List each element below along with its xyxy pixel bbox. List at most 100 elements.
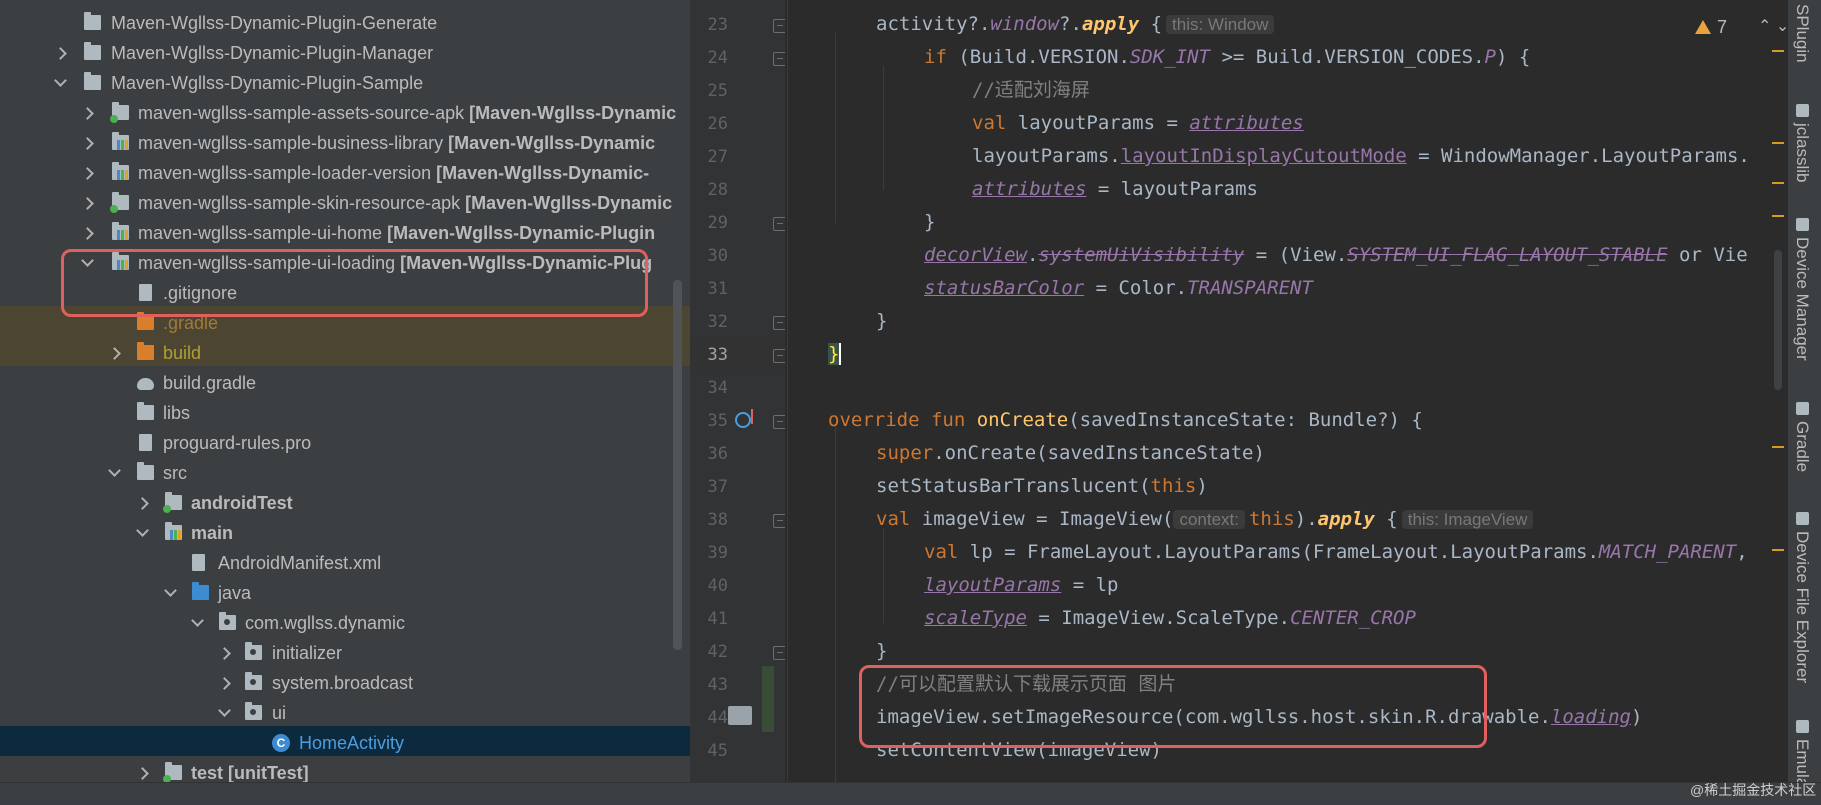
line-number: 43 [707, 675, 728, 695]
tree-item-label: maven-wgllss-sample-business-library [138, 133, 449, 153]
line-number: 35 [707, 411, 728, 431]
tree-item-label: Maven-Wgllss-Dynamic-Plugin-Sample [111, 73, 424, 93]
tree-item-main[interactable]: main [0, 518, 690, 548]
chevron-down-icon[interactable] [135, 518, 151, 548]
code-line-23: activity?.window?.apply {this: Window [876, 8, 1278, 41]
tree-item-label: system.broadcast [272, 673, 414, 693]
tree-item-android-test[interactable]: androidTest [0, 488, 690, 518]
tool-tab-gradle[interactable]: Gradle [1792, 402, 1812, 472]
tree-item-module-loader[interactable]: maven-wgllss-sample-loader-version [Mave… [0, 158, 690, 188]
tree-item-plugin-sample[interactable]: Maven-Wgllss-Dynamic-Plugin-Sample [0, 68, 690, 98]
line-number: 40 [707, 576, 728, 596]
tree-item-label: initializer [272, 643, 343, 663]
device-manager-icon [1795, 218, 1809, 231]
chevron-right-icon[interactable] [53, 38, 69, 68]
bottom-status-bar [0, 782, 1821, 805]
chevron-right-icon[interactable] [80, 98, 96, 128]
navigate-problems-arrows[interactable]: ⌃ ⌄ [1758, 14, 1789, 40]
chevron-down-icon[interactable] [217, 698, 233, 728]
line-number: 39 [707, 543, 728, 563]
tree-item-plugin-generate[interactable]: Maven-Wgllss-Dynamic-Plugin-Generate [0, 8, 690, 38]
tree-item-proguard[interactable]: proguard-rules.pro [0, 428, 690, 458]
chevron-right-icon[interactable] [80, 128, 96, 158]
test-folder-icon [163, 762, 182, 783]
chevron-right-icon[interactable] [107, 338, 123, 368]
tool-tab-emulator[interactable]: Emula [1792, 720, 1812, 787]
watermark-text: @稀土掘金技术社区 [1690, 782, 1817, 798]
tree-item-plugin-manager[interactable]: Maven-Wgllss-Dynamic-Plugin-Manager [0, 38, 690, 68]
tree-item-libs[interactable]: libs [0, 398, 690, 428]
chevron-down-icon[interactable] [163, 578, 179, 608]
annotation-box-tree [61, 249, 648, 317]
tree-item-label: androidTest [191, 493, 293, 513]
tree-scrollbar[interactable] [673, 280, 682, 650]
library-module-icon [112, 222, 129, 240]
code-line-27: layoutParams.layoutInDisplayCutoutMode =… [972, 145, 1750, 167]
chevron-right-icon[interactable] [135, 488, 151, 518]
code-line-32: } [876, 310, 888, 332]
error-stripe-mark[interactable] [1772, 215, 1784, 217]
tree-item-src[interactable]: src [0, 458, 690, 488]
code-line-42: } [876, 640, 888, 662]
chevron-down-icon[interactable] [107, 458, 123, 488]
chevron-right-icon[interactable] [217, 668, 233, 698]
tree-item-home-activity[interactable]: HomeActivity [0, 728, 690, 758]
tool-tab-device-file-explorer[interactable]: Device File Explorer [1792, 512, 1812, 683]
file-icon [139, 434, 152, 451]
tree-item-build-gradle[interactable]: build.gradle [0, 368, 690, 398]
library-module-icon [112, 162, 129, 180]
chevron-down-icon[interactable] [53, 68, 69, 98]
override-method-icon[interactable] [735, 412, 751, 428]
inlay-hint: this: ImageView [1401, 510, 1534, 529]
tree-item-label: main [191, 523, 234, 543]
folder-icon [137, 342, 154, 360]
warnings-indicator[interactable]: 7 [1695, 14, 1727, 40]
chevron-right-icon[interactable] [80, 218, 96, 248]
manifest-file-icon [192, 554, 205, 571]
error-stripe-mark[interactable] [1772, 50, 1784, 52]
code-line-30: decorView.systemUiVisibility = (View.SYS… [924, 244, 1748, 266]
tree-item-build[interactable]: build [0, 338, 690, 368]
tool-tab-plugin[interactable]: SPlugin [1792, 4, 1812, 63]
tree-item-package-ui[interactable]: ui [0, 698, 690, 728]
inlay-hint: this: Window [1166, 15, 1275, 34]
warning-icon [1695, 20, 1711, 34]
code-line-31: statusBarColor = Color.TRANSPARENT [924, 277, 1313, 299]
tree-item-module: [Maven-Wgllss-Dynamic-Plugin [387, 223, 656, 243]
tree-item-label: test [191, 763, 229, 783]
tree-item-package-dynamic[interactable]: com.wgllss.dynamic [0, 608, 690, 638]
tree-item-module-ui-home[interactable]: maven-wgllss-sample-ui-home [Maven-Wglls… [0, 218, 690, 248]
chevron-right-icon[interactable] [80, 188, 96, 218]
line-number: 45 [707, 741, 728, 761]
chevron-down-icon[interactable] [190, 608, 206, 638]
tree-item-module-skin[interactable]: maven-wgllss-sample-skin-resource-apk [M… [0, 188, 690, 218]
tree-item-package-broadcast[interactable]: system.broadcast [0, 668, 690, 698]
line-number: 42 [707, 642, 728, 662]
error-stripe-mark[interactable] [1772, 182, 1784, 184]
tool-tab-device-manager[interactable]: Device Manager [1792, 218, 1812, 361]
tree-item-module-assets[interactable]: maven-wgllss-sample-assets-source-apk [M… [0, 98, 690, 128]
error-stripe-mark[interactable] [1772, 549, 1784, 551]
tree-item-module: [Maven-Wgllss-Dynamic [465, 193, 673, 213]
tree-item-package-initializer[interactable]: initializer [0, 638, 690, 668]
chevron-right-icon[interactable] [80, 158, 96, 188]
tree-item-module: [Maven-Wgllss-Dynamic [448, 133, 656, 153]
error-stripe-mark[interactable] [1772, 446, 1784, 448]
tree-item-label: build [163, 343, 202, 363]
line-number: 31 [707, 279, 728, 299]
tool-tab-jclasslib[interactable]: jclasslib [1792, 104, 1812, 183]
tree-item-label: maven-wgllss-sample-assets-source-apk [138, 103, 470, 123]
tree-item-label: proguard-rules.pro [163, 433, 312, 453]
chevron-right-icon[interactable] [217, 638, 233, 668]
error-stripe-mark[interactable] [1772, 142, 1784, 144]
code-line-24: if (Build.VERSION.SDK_INT >= Build.VERSI… [924, 46, 1531, 68]
tree-item-manifest[interactable]: AndroidManifest.xml [0, 548, 690, 578]
tree-item-label: Maven-Wgllss-Dynamic-Plugin-Manager [111, 43, 434, 63]
line-number: 27 [707, 147, 728, 167]
tree-item-java[interactable]: java [0, 578, 690, 608]
image-preview-icon[interactable] [728, 706, 752, 725]
line-number: 25 [707, 81, 728, 101]
editor-scrollbar[interactable] [1774, 250, 1782, 390]
tree-item-module-business[interactable]: maven-wgllss-sample-business-library [Ma… [0, 128, 690, 158]
tree-item-label: com.wgllss.dynamic [245, 613, 406, 633]
